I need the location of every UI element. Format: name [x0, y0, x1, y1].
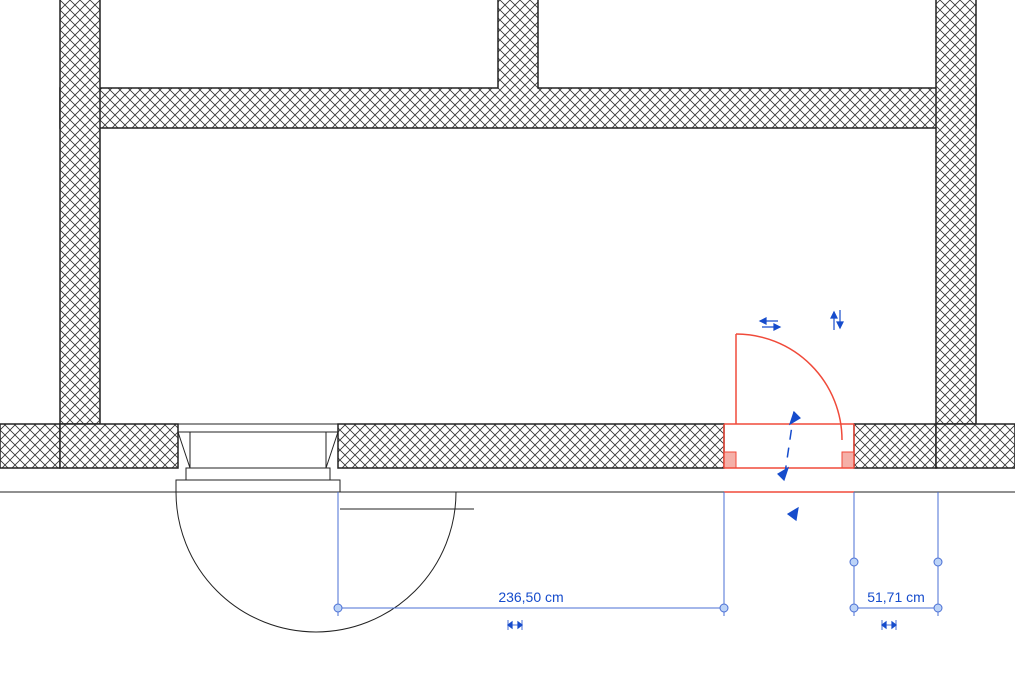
flip-vertical-icon[interactable]: [831, 310, 843, 330]
wall-segment: [936, 424, 1015, 468]
wall-segment: [60, 0, 100, 424]
selected-door[interactable]: [724, 334, 854, 520]
wall-segment: [60, 0, 976, 128]
wall-segment: [936, 0, 976, 424]
wall-segment: [854, 424, 936, 468]
room-upper-right: [538, 0, 936, 88]
wall-segment: [338, 424, 724, 468]
room-main: [100, 128, 936, 424]
flip-horizontal-icon[interactable]: [760, 318, 780, 330]
room-upper-left: [100, 0, 498, 88]
floorplan-canvas[interactable]: 236,50 cm 51,71 cm: [0, 0, 1015, 691]
dimension-right-value[interactable]: 51,71 cm: [867, 589, 925, 605]
dimension-right[interactable]: 51,71 cm: [850, 492, 942, 630]
wall-segment: [0, 424, 60, 468]
wall-segment: [60, 424, 178, 468]
dimension-left-value[interactable]: 236,50 cm: [498, 589, 563, 605]
